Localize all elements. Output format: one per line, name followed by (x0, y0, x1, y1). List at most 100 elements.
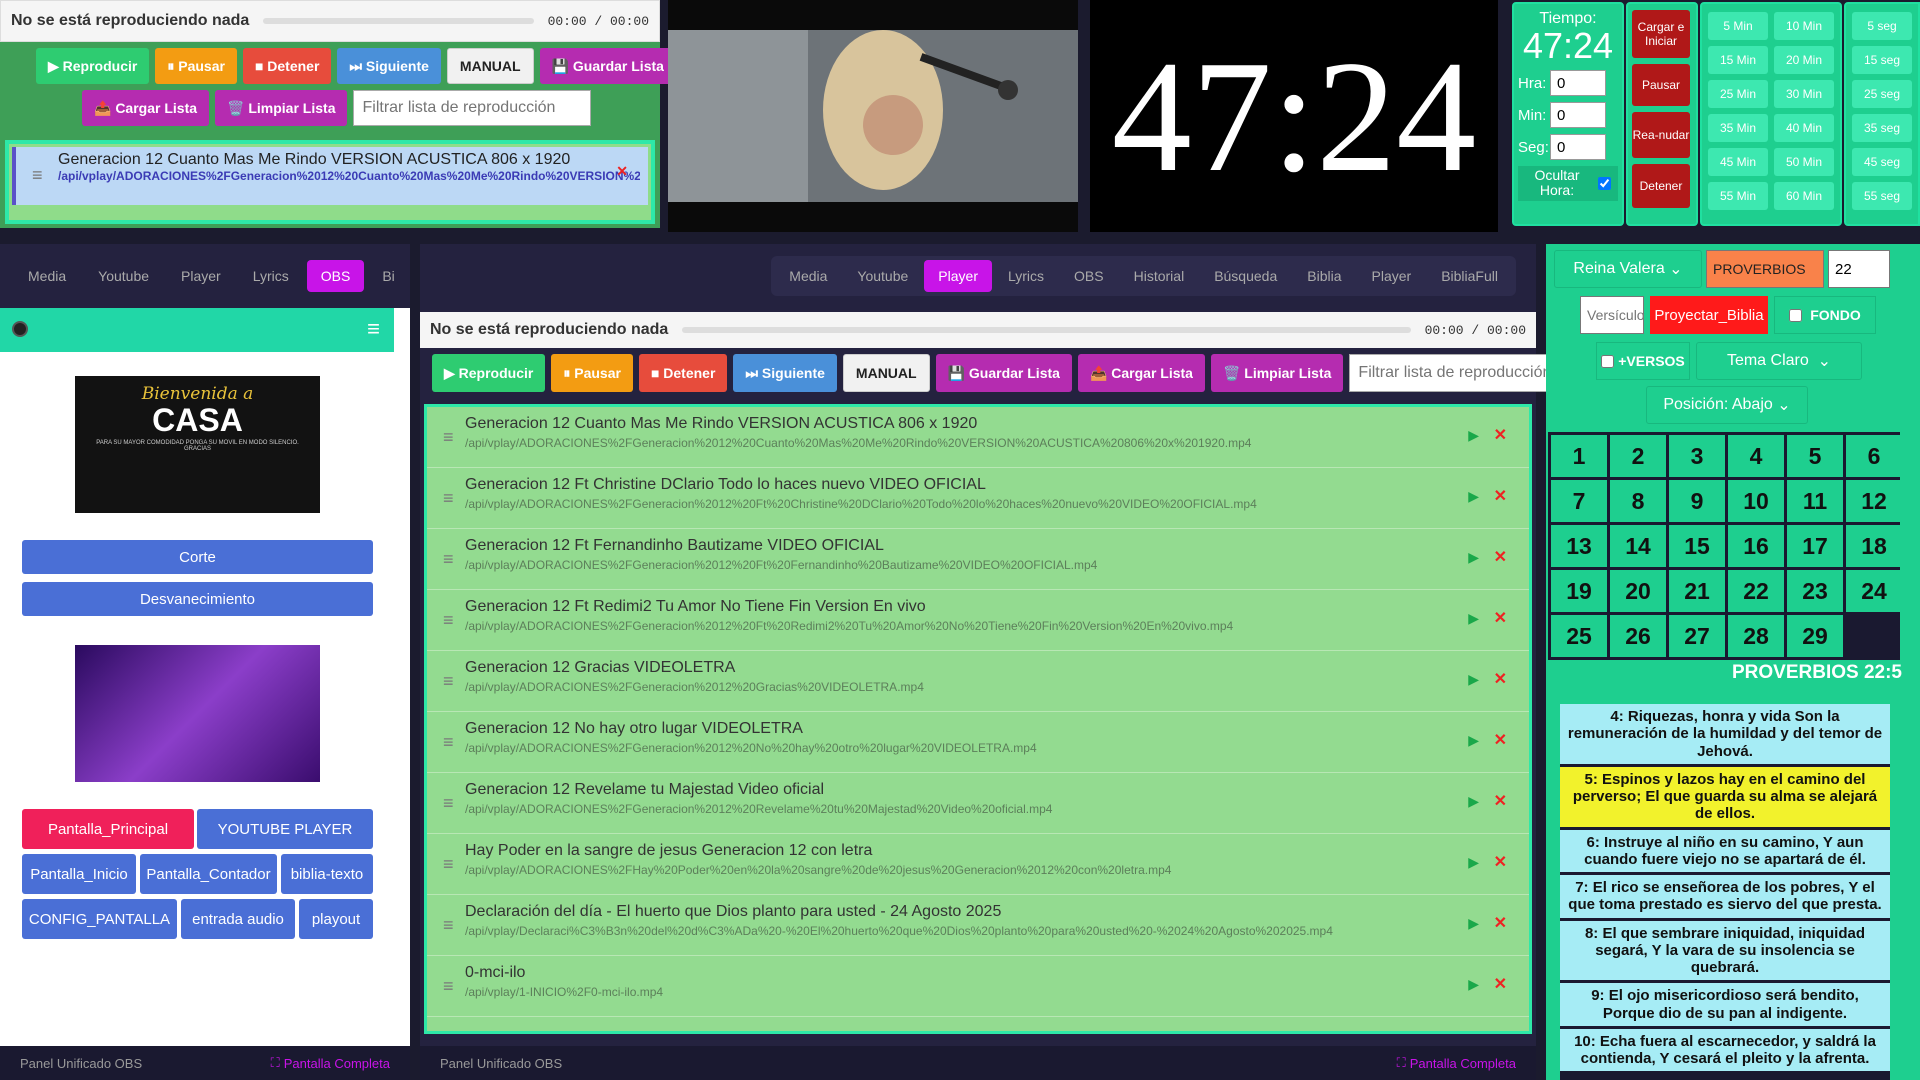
chapter-button[interactable]: 28 (1728, 615, 1784, 657)
scene-thumbnail-welcome[interactable]: Bienvenida a CASA PARA SU MAYOR COMODIDA… (75, 376, 320, 513)
scene-pantalla-inicio[interactable]: Pantalla_Inicio (22, 854, 136, 894)
preset-20-min[interactable]: 20 Min (1774, 46, 1834, 74)
chapter-button[interactable]: 2 (1610, 435, 1666, 477)
play-button[interactable]: ▶ Reproducir (36, 48, 150, 84)
play-item-icon[interactable]: ▶ (1468, 549, 1479, 566)
remove-item-icon[interactable]: ✕ (1494, 608, 1507, 628)
remove-item-icon[interactable]: ✕ (1494, 486, 1507, 506)
load-list-button[interactable]: 📤 Cargar Lista (1077, 354, 1205, 392)
playlist-item[interactable]: ≡ Generacion 12 Ft Redimi2 Tu Amor No Tie… (427, 590, 1529, 651)
drag-handle-icon[interactable]: ≡ (443, 854, 454, 875)
play-item-icon[interactable]: ▶ (1468, 488, 1479, 505)
menu-icon[interactable]: ≡ (367, 316, 380, 342)
pause-button[interactable]: ⏸ Pausar (551, 354, 633, 392)
play-item-icon[interactable]: ▶ (1468, 793, 1479, 810)
save-list-button[interactable]: 💾 Guardar Lista (539, 48, 676, 84)
drag-handle-icon[interactable]: ≡ (443, 732, 454, 753)
remove-item-icon[interactable]: ✕ (1494, 425, 1507, 445)
project-bible-button[interactable]: Proyectar_Biblia (1650, 296, 1768, 334)
load-list-button[interactable]: 📤 Cargar Lista (82, 90, 210, 126)
play-item-icon[interactable]: ▶ (1468, 427, 1479, 444)
hour-input[interactable] (1550, 70, 1606, 96)
timer-stop-button[interactable]: Detener (1632, 164, 1690, 208)
cut-transition-button[interactable]: Corte (22, 540, 373, 574)
chapter-button[interactable]: 6 (1846, 435, 1902, 477)
sec-input[interactable] (1550, 134, 1606, 160)
verse-item[interactable]: 9: El ojo misericordioso será bendito, P… (1560, 983, 1890, 1026)
fade-transition-button[interactable]: Desvanecimiento (22, 582, 373, 616)
progress-bar[interactable] (263, 18, 534, 24)
playlist-item[interactable]: ≡ Declaración del día - El huerto que Dio… (427, 895, 1529, 956)
play-item-icon[interactable]: ▶ (1468, 671, 1479, 688)
playlist-filter-input[interactable] (353, 90, 592, 126)
remove-item-icon[interactable]: ✕ (1494, 547, 1507, 567)
tab-media[interactable]: Media (14, 260, 80, 292)
tab-biblia[interactable]: Biblia (1293, 260, 1355, 292)
verse-input[interactable] (1580, 296, 1644, 334)
chapter-input[interactable] (1828, 250, 1890, 288)
remove-item-icon[interactable]: ✕ (1494, 913, 1507, 933)
manual-button[interactable]: MANUAL (842, 354, 930, 392)
drag-handle-icon[interactable]: ≡ (443, 610, 454, 631)
playlist-item[interactable]: ≡ Hay Poder en la sangre de jesus Generac… (427, 834, 1529, 895)
chapter-button[interactable]: 1 (1551, 435, 1607, 477)
current-playlist-item[interactable]: ≡ Generacion 12 Cuanto Mas Me Rindo VERS… (12, 147, 648, 205)
drag-handle-icon[interactable]: ≡ (443, 427, 454, 448)
remove-icon[interactable]: ✕ (616, 163, 628, 180)
chapter-button[interactable]: 15 (1669, 525, 1725, 567)
preset-35-seg[interactable]: 35 seg (1852, 114, 1912, 142)
chapter-button[interactable]: 27 (1669, 615, 1725, 657)
playlist-item[interactable]: ≡ Generacion 12 Ft Fernandinho Bautizame … (427, 529, 1529, 590)
tab-lyrics[interactable]: Lyrics (239, 260, 303, 292)
tab-youtube[interactable]: Youtube (84, 260, 163, 292)
play-item-icon[interactable]: ▶ (1468, 732, 1479, 749)
preset-50-min[interactable]: 50 Min (1774, 148, 1834, 176)
chapter-button[interactable]: 11 (1787, 480, 1843, 522)
drag-handle-icon[interactable]: ≡ (32, 165, 43, 186)
remove-item-icon[interactable]: ✕ (1494, 791, 1507, 811)
remove-item-icon[interactable]: ✕ (1494, 669, 1507, 689)
preset-35-min[interactable]: 35 Min (1708, 114, 1768, 142)
clear-list-button[interactable]: 🗑️ Limpiar Lista (215, 90, 348, 126)
chapter-button[interactable]: 23 (1787, 570, 1843, 612)
tab-player-2[interactable]: Player (1358, 260, 1426, 292)
verse-item[interactable]: 10: Echa fuera al escarnecedor, y saldrá… (1560, 1028, 1890, 1072)
tab-busqueda[interactable]: Búsqueda (1200, 260, 1291, 292)
chapter-button[interactable]: 16 (1728, 525, 1784, 567)
preset-55-min[interactable]: 55 Min (1708, 182, 1768, 210)
play-button[interactable]: ▶ Reproducir (432, 354, 546, 392)
preset-30-min[interactable]: 30 Min (1774, 80, 1834, 108)
chapter-button[interactable]: 17 (1787, 525, 1843, 567)
chapter-button[interactable]: 10 (1728, 480, 1784, 522)
chapter-button[interactable]: 26 (1610, 615, 1666, 657)
chapter-button[interactable]: 24 (1846, 570, 1902, 612)
chapter-button[interactable]: 7 (1551, 480, 1607, 522)
preset-40-min[interactable]: 40 Min (1774, 114, 1834, 142)
scene-entrada-audio[interactable]: entrada audio (181, 899, 295, 939)
chapter-button[interactable]: 21 (1669, 570, 1725, 612)
chapter-button[interactable]: 29 (1787, 615, 1843, 657)
chapter-button[interactable]: 12 (1846, 480, 1902, 522)
verse-item[interactable]: 4: Riquezas, honra y vida Son la remuner… (1560, 704, 1890, 764)
tab-bibliafull[interactable]: BibliaFull (1427, 260, 1512, 292)
tab-youtube[interactable]: Youtube (843, 260, 922, 292)
chapter-button[interactable]: 25 (1551, 615, 1607, 657)
scene-config-pantalla[interactable]: CONFIG_PANTALLA (22, 899, 177, 939)
tab-historial[interactable]: Historial (1120, 260, 1199, 292)
preset-10-min[interactable]: 10 Min (1774, 12, 1834, 40)
preset-15-min[interactable]: 15 Min (1708, 46, 1768, 74)
remove-item-icon[interactable]: ✕ (1494, 974, 1507, 994)
chapter-button[interactable]: 19 (1551, 570, 1607, 612)
playlist-item[interactable]: ≡ Generacion 12 Cuanto Mas Me Rindo VERSI… (427, 407, 1529, 468)
scene-playout[interactable]: playout (299, 899, 373, 939)
drag-handle-icon[interactable]: ≡ (443, 549, 454, 570)
version-select[interactable]: Reina Valera ⌄ (1554, 250, 1702, 288)
playlist-item[interactable]: ≡ Generacion 12 Ft Christine DClario Todo… (427, 468, 1529, 529)
chapter-button[interactable]: 14 (1610, 525, 1666, 567)
preset-5-min[interactable]: 5 Min (1708, 12, 1768, 40)
verse-item[interactable]: 8: El que sembrare iniquidad, iniquidad … (1560, 920, 1890, 981)
tab-media[interactable]: Media (775, 260, 841, 292)
load-start-button[interactable]: Cargar e Iniciar (1632, 10, 1690, 58)
drag-handle-icon[interactable]: ≡ (443, 915, 454, 936)
playlist-item[interactable]: ≡ Generacion 12 No hay otro lugar VIDEOLE… (427, 712, 1529, 773)
